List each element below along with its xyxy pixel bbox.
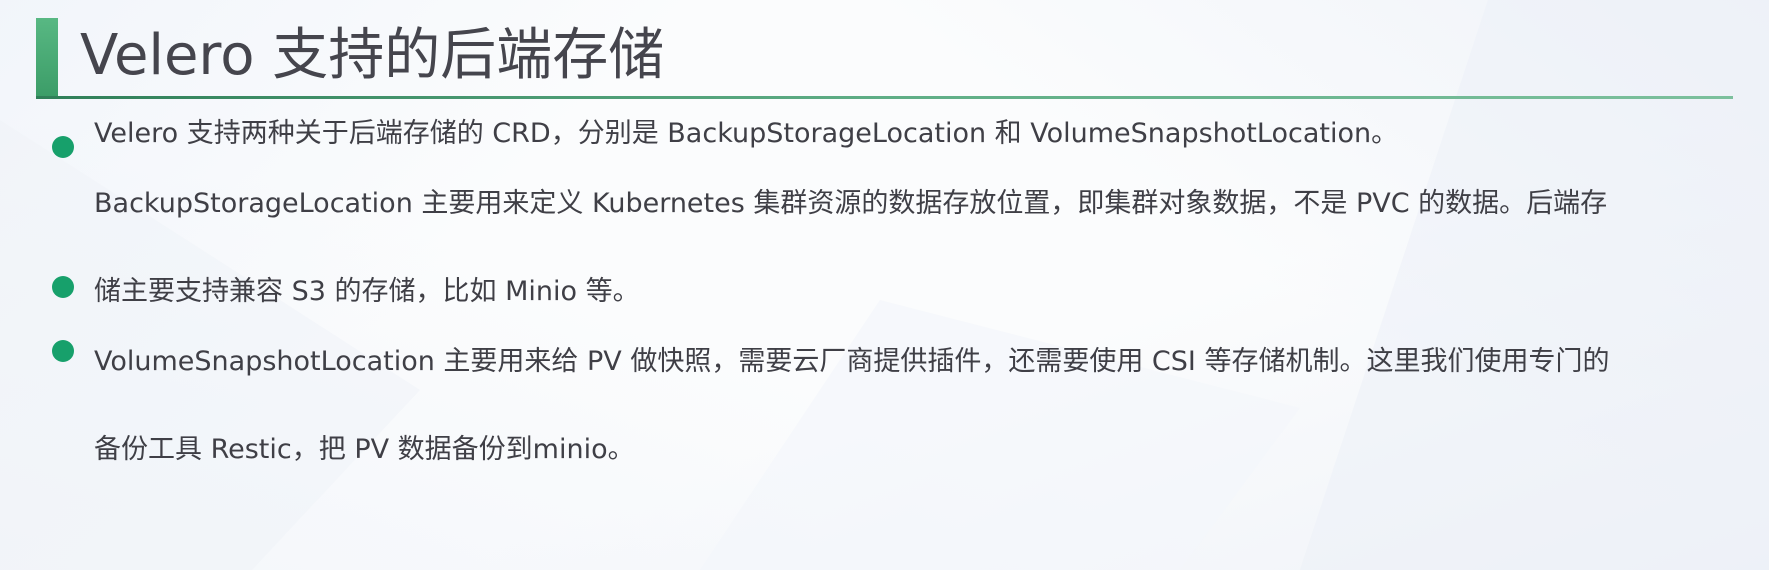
bullet-item: VolumeSnapshotLocation 主要用来给 PV 做快照，需要云厂…	[50, 340, 1740, 500]
bullet-list: Velero 支持两种关于后端存储的 CRD，分别是 BackupStorage…	[50, 112, 1740, 500]
bullet-item: BackupStorageLocation 主要用来定义 Kubernetes …	[50, 182, 1740, 338]
bullet-text-line: BackupStorageLocation 主要用来定义 Kubernetes …	[94, 188, 1608, 219]
bullet-dot-icon	[52, 136, 74, 158]
title-accent-bar	[36, 18, 58, 96]
bullet-text-line: Velero 支持两种关于后端存储的 CRD，分别是 BackupStorage…	[94, 118, 1399, 149]
slide-title: Velero 支持的后端存储	[80, 23, 665, 88]
bullet-text-line: VolumeSnapshotLocation 主要用来给 PV 做快照，需要云厂…	[94, 346, 1610, 377]
bullet-text-line: 备份工具 Restic，把 PV 数据备份到minio。	[94, 434, 635, 465]
bullet-dot-icon	[52, 276, 74, 298]
title-underline	[36, 96, 1733, 99]
bullet-text-line: 储主要支持兼容 S3 的存储，比如 Minio 等。	[94, 276, 640, 307]
slide-header: Velero 支持的后端存储	[36, 18, 1733, 99]
bullet-dot-icon	[52, 340, 74, 362]
bullet-item: Velero 支持两种关于后端存储的 CRD，分别是 BackupStorage…	[50, 112, 1740, 180]
